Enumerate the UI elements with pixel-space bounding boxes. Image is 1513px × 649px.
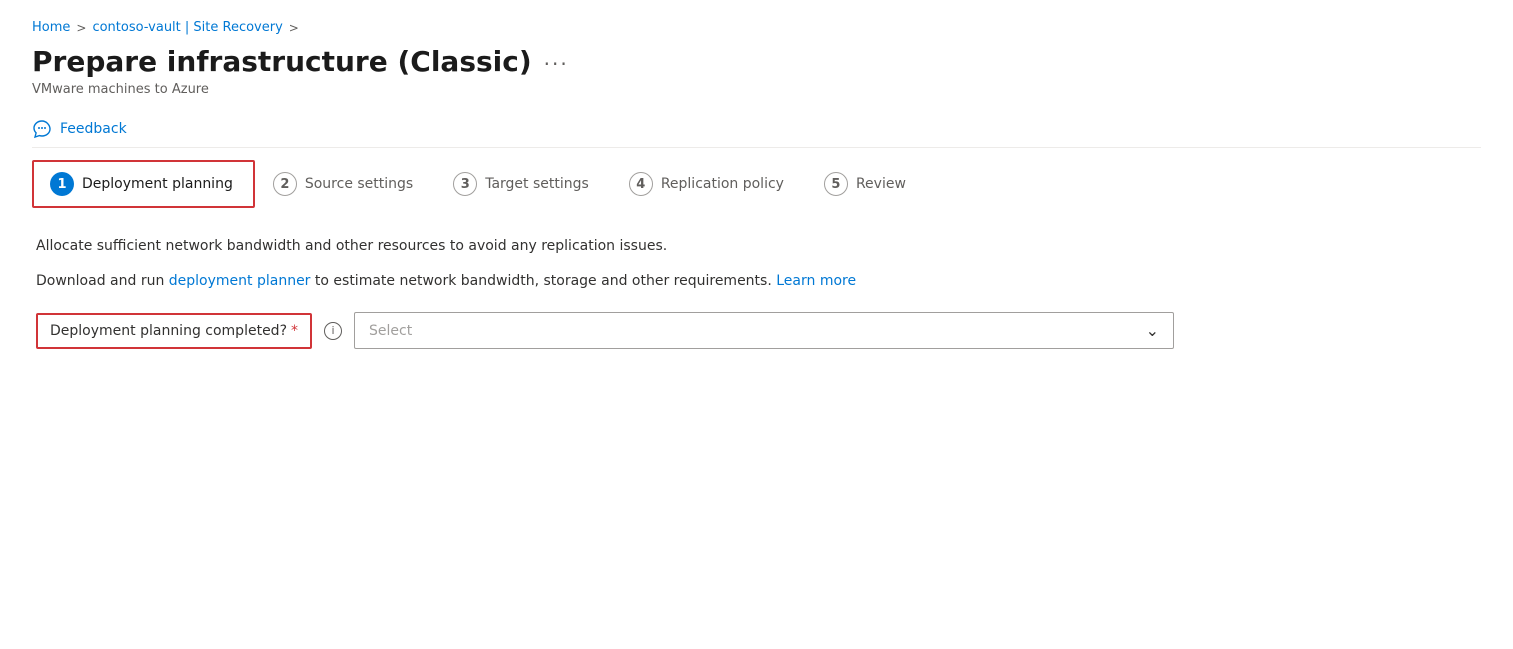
description-2: Download and run deployment planner to e…: [36, 271, 1477, 292]
page-title: Prepare infrastructure (Classic): [32, 45, 532, 78]
step-review[interactable]: 5 Review: [806, 160, 928, 208]
step-source-settings[interactable]: 2 Source settings: [255, 160, 435, 208]
description-2-prefix: Download and run: [36, 273, 169, 289]
step-4-label: Replication policy: [661, 176, 784, 192]
breadcrumb-sep2: >: [289, 21, 299, 35]
step-5-number: 5: [824, 172, 848, 196]
step-replication-policy[interactable]: 4 Replication policy: [611, 160, 806, 208]
step-2-label: Source settings: [305, 176, 413, 192]
content-area: Allocate sufficient network bandwidth an…: [32, 236, 1481, 349]
deployment-planner-link[interactable]: deployment planner: [169, 273, 311, 289]
planning-completed-dropdown[interactable]: Select ⌄: [354, 312, 1174, 349]
more-options-button[interactable]: ···: [544, 52, 569, 76]
description-1: Allocate sufficient network bandwidth an…: [36, 236, 1477, 257]
form-label: Deployment planning completed?: [50, 323, 287, 339]
breadcrumb-sep1: >: [76, 21, 86, 35]
step-3-number: 3: [453, 172, 477, 196]
step-5-label: Review: [856, 176, 906, 192]
page-title-row: Prepare infrastructure (Classic) ···: [32, 45, 1481, 78]
step-1-label: Deployment planning: [82, 176, 233, 192]
form-row: Deployment planning completed? * i Selec…: [36, 312, 1477, 349]
chevron-down-icon: ⌄: [1146, 321, 1159, 340]
info-icon[interactable]: i: [324, 322, 342, 340]
step-2-number: 2: [273, 172, 297, 196]
breadcrumb-vault[interactable]: contoso-vault | Site Recovery: [92, 20, 282, 35]
feedback-icon: [32, 119, 52, 139]
step-3-label: Target settings: [485, 176, 589, 192]
form-label-box: Deployment planning completed? *: [36, 313, 312, 349]
breadcrumb-home[interactable]: Home: [32, 20, 70, 35]
wizard-steps: 1 Deployment planning 2 Source settings …: [32, 160, 1481, 208]
required-indicator: *: [291, 323, 298, 339]
learn-more-link[interactable]: Learn more: [776, 273, 856, 289]
select-placeholder: Select: [369, 323, 412, 339]
step-4-number: 4: [629, 172, 653, 196]
feedback-button[interactable]: Feedback: [60, 121, 127, 137]
step-1-number: 1: [50, 172, 74, 196]
feedback-row: Feedback: [32, 111, 1481, 148]
step-target-settings[interactable]: 3 Target settings: [435, 160, 611, 208]
breadcrumb: Home > contoso-vault | Site Recovery >: [32, 20, 1481, 35]
description-2-suffix: to estimate network bandwidth, storage a…: [310, 273, 776, 289]
step-deployment-planning[interactable]: 1 Deployment planning: [32, 160, 255, 208]
page-subtitle: VMware machines to Azure: [32, 82, 1481, 97]
